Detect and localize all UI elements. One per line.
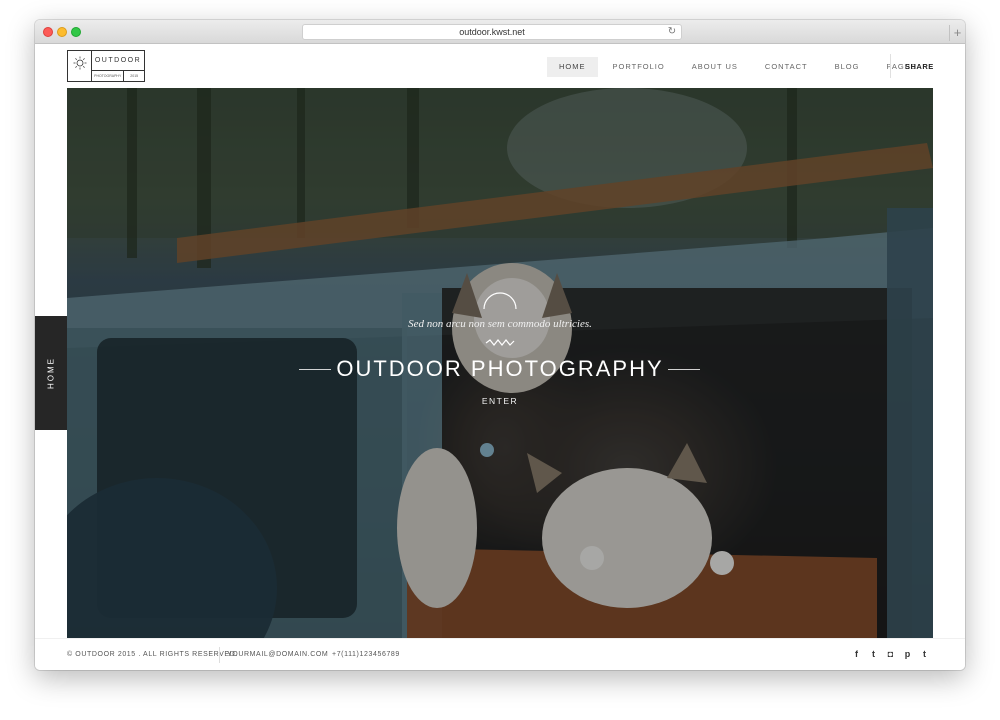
- hero-title: OUTDOOR PHOTOGRAPHY: [336, 356, 664, 381]
- minimize-window-button[interactable]: [57, 27, 67, 37]
- browser-window: outdoor.kwst.net ↻ + OUTDOOR PHOTOGRAPHY…: [35, 20, 965, 670]
- side-tab-label: HOME: [46, 357, 56, 389]
- logo-emblem: [68, 51, 92, 81]
- address-bar[interactable]: outdoor.kwst.net ↻: [302, 24, 682, 40]
- footer-divider: [219, 647, 220, 663]
- site-logo[interactable]: OUTDOOR PHOTOGRAPHY 2015: [67, 50, 145, 82]
- twitter-icon[interactable]: t: [869, 648, 878, 660]
- browser-titlebar: outdoor.kwst.net ↻ +: [35, 20, 965, 44]
- nav-item-about-us[interactable]: ABOUT US: [680, 57, 750, 77]
- footer-email-link[interactable]: YOURMAIL@DOMAIN.COM: [227, 651, 328, 658]
- instagram-icon[interactable]: ◘: [886, 648, 895, 660]
- nav-item-contact[interactable]: CONTACT: [753, 57, 820, 77]
- logo-sub-right: 2015: [130, 74, 139, 78]
- pinterest-icon[interactable]: p: [903, 648, 912, 660]
- reload-icon[interactable]: ↻: [667, 27, 677, 37]
- social-links: f t ◘ p t: [852, 648, 929, 660]
- side-tab-home[interactable]: HOME: [35, 316, 67, 430]
- nav-item-blog[interactable]: BLOG: [823, 57, 872, 77]
- logo-name: OUTDOOR: [92, 51, 144, 71]
- enter-link[interactable]: ENTER: [67, 396, 933, 406]
- site-footer: © OUTDOOR 2015 . ALL RIGHTS RESERVED. YO…: [35, 638, 965, 670]
- hero-content: Sed non arcu non sem commodo ultricies. …: [67, 88, 933, 638]
- hero-section: Sed non arcu non sem commodo ultricies. …: [67, 88, 933, 638]
- title-line-right: [668, 369, 700, 370]
- arc-icon: [483, 292, 517, 310]
- address-url: outdoor.kwst.net: [459, 27, 525, 37]
- site-header: OUTDOOR PHOTOGRAPHY 2015 HOME PORTFOLIO …: [35, 44, 965, 88]
- hero-tagline: Sed non arcu non sem commodo ultricies.: [408, 318, 592, 330]
- wave-icon: [485, 339, 515, 346]
- main-nav: HOME PORTFOLIO ABOUT US CONTACT BLOG PAG…: [547, 57, 932, 77]
- footer-phone-link[interactable]: +7(111)123456789: [332, 651, 400, 658]
- new-tab-button[interactable]: +: [949, 25, 965, 41]
- share-button[interactable]: SHARE: [905, 57, 934, 77]
- nav-item-home[interactable]: HOME: [547, 57, 598, 77]
- logo-sub-left: PHOTOGRAPHY: [92, 71, 125, 81]
- nav-item-portfolio[interactable]: PORTFOLIO: [601, 57, 677, 77]
- nav-divider: [890, 54, 891, 78]
- facebook-icon[interactable]: f: [852, 648, 861, 660]
- sun-icon: [73, 56, 87, 70]
- close-window-button[interactable]: [43, 27, 53, 37]
- tumblr-icon[interactable]: t: [920, 648, 929, 660]
- maximize-window-button[interactable]: [71, 27, 81, 37]
- footer-copyright: © OUTDOOR 2015 . ALL RIGHTS RESERVED.: [67, 651, 238, 658]
